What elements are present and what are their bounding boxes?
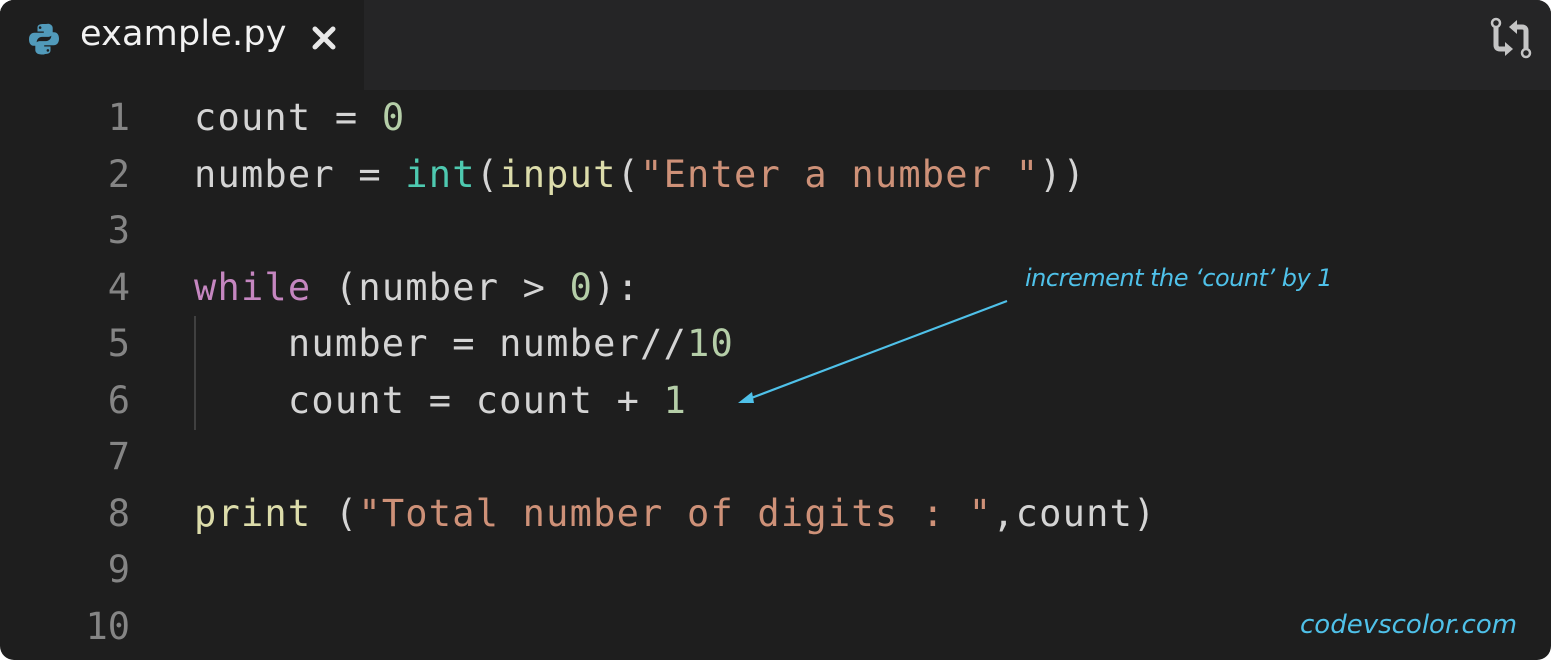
code-token-txt: ): — [593, 265, 641, 309]
line-number: 5 — [107, 322, 130, 365]
line-number: 1 — [107, 96, 130, 139]
line-number: 7 — [107, 435, 130, 478]
code-line[interactable]: count = 0 — [194, 90, 405, 146]
arrow-head-icon — [738, 392, 754, 403]
code-line[interactable]: number = int(input("Enter a number ")) — [194, 147, 1086, 203]
git-compare-icon[interactable] — [1490, 15, 1532, 61]
code-token-bi: int — [405, 152, 476, 196]
tab-bar: example.py — [0, 0, 1551, 90]
code-line[interactable]: print ("Total number of digits : ",count… — [194, 486, 1157, 542]
line-number: 6 — [107, 378, 130, 422]
code-token-num: 0 — [381, 96, 406, 139]
code-token-fn: input — [499, 152, 617, 196]
code-token-num: 0 — [569, 265, 594, 309]
code-token-num: 10 — [687, 322, 734, 365]
code-token-str: "Enter a number " — [640, 152, 1040, 196]
code-line[interactable]: while (number > 0): — [194, 260, 640, 316]
code-line[interactable]: count = count + 1 — [194, 373, 687, 429]
code-token-fn: print — [194, 491, 312, 535]
arrow-line — [745, 299, 1008, 402]
line-number: 10 — [85, 604, 130, 648]
code-token-txt: ( — [616, 152, 641, 196]
line-number: 2 — [107, 152, 130, 196]
code-token-txt: ( — [311, 491, 359, 535]
line-number: 3 — [107, 209, 130, 252]
watermark: codevscolor.com — [1300, 610, 1518, 640]
tab-example-py[interactable]: example.py — [0, 0, 364, 90]
tab-title: example.py — [80, 14, 287, 54]
code-token-kw: while — [194, 265, 312, 309]
code-token-txt: number = — [194, 152, 406, 196]
code-token-txt: ,count) — [992, 491, 1157, 535]
line-number: 4 — [107, 265, 130, 309]
code-token-num: 1 — [663, 378, 688, 422]
code-token-txt: number = number// — [194, 322, 687, 365]
code-line[interactable]: number = number//10 — [194, 316, 734, 372]
editor-window: example.py 1 2 3 4 5 6 7 8 9 10 count = 0 number =… — [0, 0, 1551, 660]
code-token-txt: count = — [194, 96, 382, 139]
code-token-txt: (number > — [311, 265, 570, 309]
code-token-txt: )) — [1039, 152, 1087, 196]
code-token-txt: ( — [475, 152, 500, 196]
code-token-txt: count = count + — [194, 378, 664, 422]
python-icon — [29, 23, 59, 55]
line-number: 8 — [107, 491, 130, 535]
close-icon[interactable] — [311, 25, 337, 51]
code-token-str: "Total number of digits : " — [358, 491, 993, 535]
annotation-text: increment the ‘count’ by 1 — [1025, 264, 1333, 292]
line-number: 9 — [107, 548, 130, 591]
